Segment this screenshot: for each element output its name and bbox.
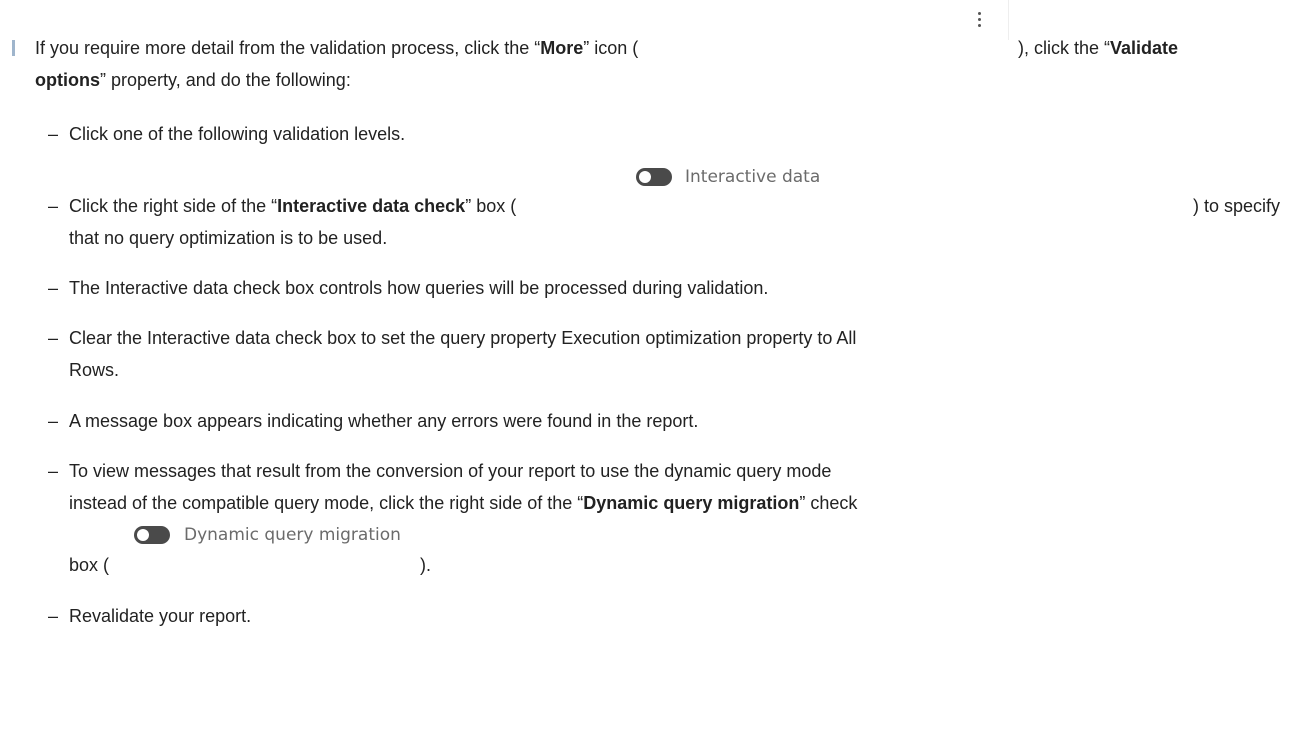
step-3-dash: – xyxy=(48,278,59,298)
toggle-knob xyxy=(639,171,651,183)
icon-divider xyxy=(1008,0,1009,40)
intro-text-3: ), click the “ xyxy=(1018,38,1111,58)
step-2-dash: – xyxy=(48,196,59,216)
validate-label: Validate xyxy=(1110,38,1179,58)
step-3: The Interactive data check box controls … xyxy=(69,278,769,298)
more-icon xyxy=(978,12,982,30)
step-6-text-b: instead of the compatible query mode, cl… xyxy=(69,493,584,513)
dynamic-query-migration-label: Dynamic query migration xyxy=(583,493,800,513)
interactive-data-toggle-label: Interactive data xyxy=(685,167,821,187)
step-1-dash: – xyxy=(48,124,59,144)
step-2-text-a: Click the right side of the “ xyxy=(69,196,278,216)
step-6-text-e: box ( xyxy=(69,555,110,575)
dynamic-query-migration-toggle[interactable] xyxy=(134,526,170,544)
interactive-data-toggle[interactable] xyxy=(636,168,672,186)
step-4-dash: – xyxy=(48,328,59,348)
step-4-line-2: Rows. xyxy=(69,360,120,380)
step-6-text-f: ). xyxy=(420,555,431,575)
intro-text-2: ” icon ( xyxy=(583,38,639,58)
step-6-dash: – xyxy=(48,461,59,481)
intro-line-1b: ), click the “Validate xyxy=(1018,37,1178,59)
intro-text-1: If you require more detail from the vali… xyxy=(35,38,541,58)
step-2-text-c: ” box ( xyxy=(465,196,517,216)
step-7-dash: – xyxy=(48,606,59,626)
step-6-text-d: ” check xyxy=(799,493,858,513)
interactive-data-check-label: Interactive data check xyxy=(277,196,466,216)
step-5-dash: – xyxy=(48,411,59,431)
step-6-line-2: instead of the compatible query mode, cl… xyxy=(69,492,857,514)
step-5: A message box appears indicating whether… xyxy=(69,411,699,431)
step-2-text-d: ) to specify xyxy=(1193,196,1281,216)
more-label: More xyxy=(540,38,584,58)
intro-line-1: If you require more detail from the vali… xyxy=(35,37,638,59)
toggle-knob xyxy=(137,529,149,541)
dynamic-query-migration-toggle-label: Dynamic query migration xyxy=(184,525,401,545)
step-6-line-1: To view messages that result from the co… xyxy=(69,461,832,481)
bullet-marker xyxy=(12,40,15,56)
intro-line-2: options” property, and do the following: xyxy=(35,69,351,91)
options-label: options xyxy=(35,70,100,90)
step-2-line-1: Click the right side of the “Interactive… xyxy=(69,195,516,217)
step-2-line-2: that no query optimization is to be used… xyxy=(69,228,388,248)
step-1: Click one of the following validation le… xyxy=(69,124,406,144)
step-7: Revalidate your report. xyxy=(69,606,252,626)
step-4-line-1: Clear the Interactive data check box to … xyxy=(69,328,857,348)
intro-text-4: ” property, and do the following: xyxy=(100,70,351,90)
